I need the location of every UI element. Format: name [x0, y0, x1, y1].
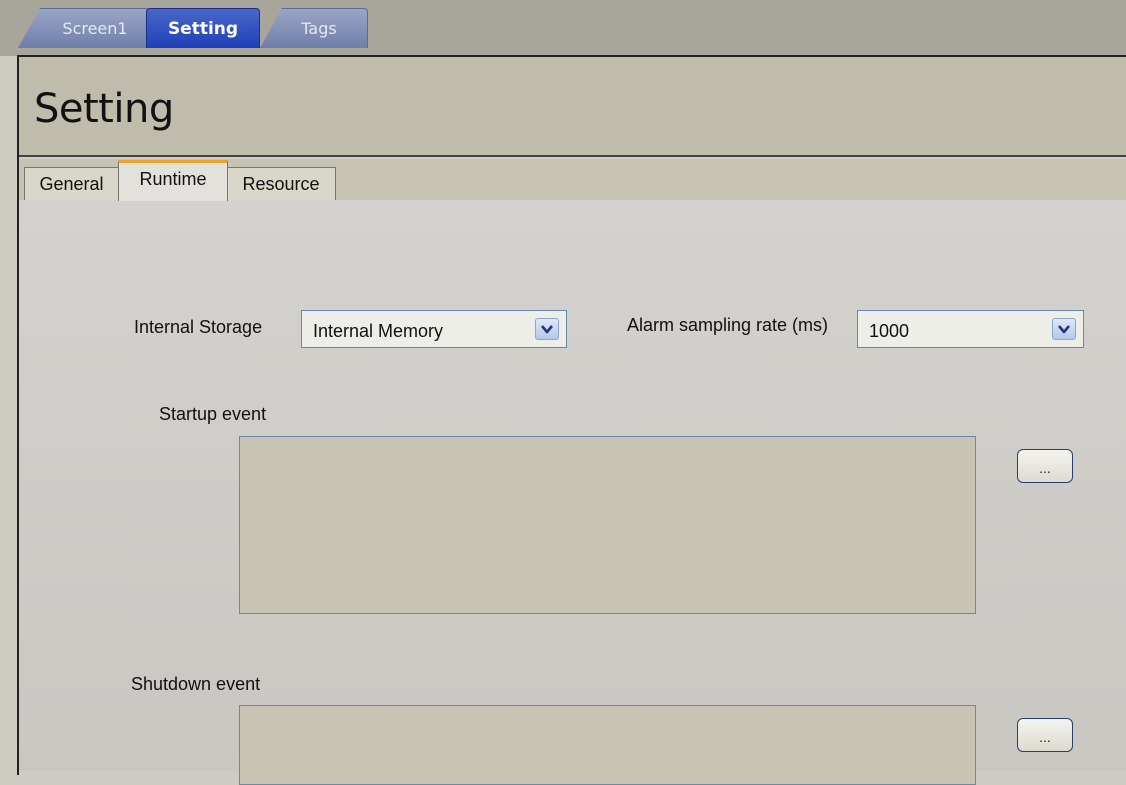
shutdown-event-label: Shutdown event [131, 674, 261, 694]
tab-screen1-label: Screen1 [62, 19, 128, 38]
subtab-general-label: General [39, 173, 104, 194]
alarm-sampling-rate-value: 1000 [869, 321, 910, 341]
internal-storage-dropdown-button[interactable] [535, 318, 559, 340]
page-title: Setting [34, 86, 174, 132]
tab-screen1[interactable]: Screen1 [18, 8, 150, 48]
alarm-sampling-rate-select[interactable]: 1000 [857, 310, 1084, 348]
subtab-resource[interactable]: Resource [226, 167, 336, 200]
shutdown-event-script-box[interactable] [239, 705, 976, 785]
chevron-down-icon [1058, 325, 1070, 334]
subtab-runtime-label: Runtime [139, 169, 207, 189]
subtab-resource-label: Resource [242, 173, 320, 194]
startup-event-browse-button[interactable]: ... [1017, 449, 1073, 483]
alarm-sampling-rate-label: Alarm sampling rate (ms) [627, 315, 829, 335]
alarm-sampling-dropdown-button[interactable] [1052, 318, 1076, 340]
shutdown-event-browse-button[interactable]: ... [1017, 718, 1073, 752]
subtab-general[interactable]: General [24, 167, 119, 200]
tab-setting-label: Setting [167, 18, 239, 39]
subtab-runtime[interactable]: Runtime [118, 160, 228, 201]
tab-tags-label: Tags [301, 19, 337, 38]
internal-storage-select[interactable]: Internal Memory [301, 310, 567, 348]
internal-storage-value: Internal Memory [313, 321, 444, 341]
chevron-down-icon [541, 325, 553, 334]
internal-storage-label: Internal Storage [134, 317, 263, 337]
startup-event-label: Startup event [159, 404, 267, 424]
tab-setting[interactable]: Setting [146, 8, 260, 48]
startup-event-script-box[interactable] [239, 436, 976, 614]
title-bar [19, 57, 1126, 157]
